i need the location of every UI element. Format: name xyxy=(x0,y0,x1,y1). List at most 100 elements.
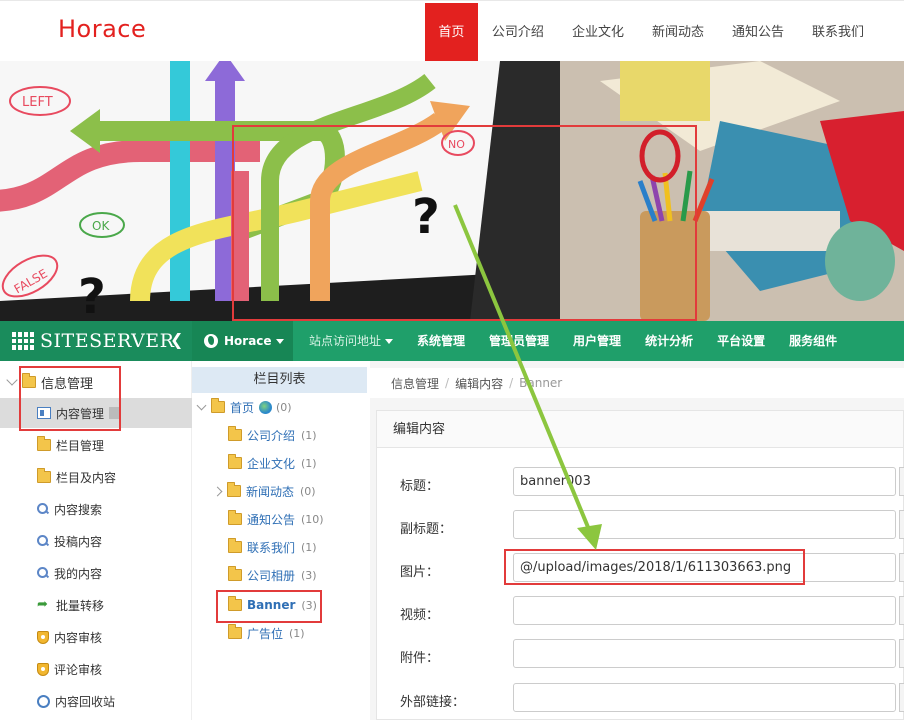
sidebar-item-recycle-bin[interactable]: 内容回收站 xyxy=(0,686,192,716)
tree-node[interactable]: 企业文化 (1) xyxy=(228,451,317,475)
video-input[interactable] xyxy=(513,596,896,625)
field-label: 副标题： xyxy=(400,522,453,537)
tree-node[interactable]: 广告位 (1) xyxy=(228,621,305,645)
field-label: 外部链接： xyxy=(400,695,466,710)
folder-icon xyxy=(228,454,242,469)
folder-icon xyxy=(228,624,242,639)
menu-stats[interactable]: 统计分析 xyxy=(633,321,705,361)
main-content: 信息管理 / 编辑内容 / Banner 编辑内容 标题： banner003 … xyxy=(370,361,904,720)
admin-top-bar: SITESERVER ❮ Horace 站点访问地址 系统管理 管理员管理 用户… xyxy=(0,321,904,361)
subtitle-input[interactable] xyxy=(513,510,896,539)
chevron-right-icon[interactable] xyxy=(212,486,223,496)
site-selector-label: Horace xyxy=(224,334,272,348)
sidebar-item-label: 内容审核 xyxy=(54,630,103,645)
site-header: Horace 首页 公司介绍 企业文化 新闻动态 通知公告 联系我们 xyxy=(0,0,904,62)
site-nav-contact[interactable]: 联系我们 xyxy=(798,3,878,62)
breadcrumb-current: Banner xyxy=(519,376,563,390)
field-side-button[interactable] xyxy=(899,639,904,668)
shield-icon xyxy=(37,662,49,676)
annotation-image-field-highlight xyxy=(504,549,805,585)
sidebar-item-comment-review[interactable]: 评论审核 xyxy=(0,654,192,684)
tree-node-name: 广告位 xyxy=(247,626,284,641)
tree-node[interactable]: 公司介绍 (1) xyxy=(228,423,317,447)
annotation-banner-highlight xyxy=(232,125,697,321)
sidebar-item-content-review[interactable]: 内容审核 xyxy=(0,622,192,652)
sidebar-item-channels-content[interactable]: 栏目及内容 xyxy=(0,462,192,492)
sidebar-item-label: 评论审核 xyxy=(54,662,103,677)
sidebar-item-batch-move[interactable]: ➦ 批量转移 xyxy=(0,590,192,620)
tree-node-name: 首页 xyxy=(230,400,255,415)
chevron-down-icon xyxy=(275,338,284,344)
search-icon xyxy=(37,503,49,515)
sidebar-item-submissions[interactable]: 投稿内容 xyxy=(0,526,192,556)
sidebar-item-label: 栏目及内容 xyxy=(56,470,117,485)
tree-node-name: 企业文化 xyxy=(247,456,296,471)
tree-node-count: (10) xyxy=(301,512,324,526)
site-nav-notice[interactable]: 通知公告 xyxy=(718,3,798,62)
tree-node[interactable]: 新闻动态 (0) xyxy=(212,479,316,503)
search-icon xyxy=(37,567,49,579)
tree-node-name: 联系我们 xyxy=(247,540,296,555)
tree-node-name: 公司相册 xyxy=(247,568,296,583)
folder-icon xyxy=(228,566,242,581)
sidebar-item-channels[interactable]: 栏目管理 xyxy=(0,430,192,460)
globe-icon xyxy=(259,400,273,414)
sidebar-item-label: 内容回收站 xyxy=(55,694,116,709)
arrow-left-icon[interactable]: ❮ xyxy=(170,330,183,349)
menu-users[interactable]: 用户管理 xyxy=(561,321,633,361)
folder-icon xyxy=(228,510,242,525)
tree-node[interactable]: 公司相册 (3) xyxy=(228,563,317,587)
sidebar-item-search[interactable]: 内容搜索 xyxy=(0,494,192,524)
folder-icon xyxy=(211,398,225,413)
breadcrumb-item[interactable]: 编辑内容 xyxy=(455,375,503,392)
attachment-input[interactable] xyxy=(513,639,896,668)
menu-admins[interactable]: 管理员管理 xyxy=(477,321,561,361)
site-logo[interactable]: Horace xyxy=(58,15,146,43)
field-side-button[interactable] xyxy=(899,596,904,625)
recycle-icon xyxy=(37,694,50,708)
field-side-button[interactable] xyxy=(899,553,904,582)
folder-icon xyxy=(228,426,242,441)
sidebar-item-my-content[interactable]: 我的内容 xyxy=(0,558,192,588)
menu-platform[interactable]: 平台设置 xyxy=(705,321,777,361)
admin-menu: 站点访问地址 系统管理 管理员管理 用户管理 统计分析 平台设置 服务组件 xyxy=(293,321,849,361)
external-link-input[interactable] xyxy=(513,683,896,712)
breadcrumb-item[interactable]: 信息管理 xyxy=(391,375,439,392)
site-selector[interactable]: Horace xyxy=(192,321,293,361)
site-nav-news[interactable]: 新闻动态 xyxy=(638,3,718,62)
globe-icon xyxy=(204,334,218,348)
tree-node[interactable]: 通知公告 (10) xyxy=(228,507,324,531)
menu-site-url[interactable]: 站点访问地址 xyxy=(293,321,405,361)
site-nav-about[interactable]: 公司介绍 xyxy=(478,3,558,62)
tree-node-count: (1) xyxy=(289,626,305,640)
tree-node[interactable]: 联系我们 (1) xyxy=(228,535,317,559)
field-label: 图片： xyxy=(400,565,440,580)
field-label: 视频： xyxy=(400,608,440,623)
form-row-video: 视频： xyxy=(377,596,904,626)
annotation-menu-highlight xyxy=(19,366,121,431)
breadcrumb-separator: / xyxy=(509,376,514,390)
tree-node-count: (1) xyxy=(301,456,317,470)
tree-node-count: (0) xyxy=(276,400,292,414)
sidebar-item-label: 我的内容 xyxy=(54,566,103,581)
chevron-down-icon xyxy=(385,339,394,344)
site-nav-culture[interactable]: 企业文化 xyxy=(558,3,638,62)
chevron-down-icon[interactable] xyxy=(196,400,207,410)
menu-services[interactable]: 服务组件 xyxy=(777,321,849,361)
folder-icon xyxy=(227,482,241,497)
field-side-button[interactable] xyxy=(899,467,904,496)
search-icon xyxy=(37,535,49,547)
title-input[interactable]: banner003 xyxy=(513,467,896,496)
tree-node-root[interactable]: 首页 (0) xyxy=(196,395,292,419)
field-side-button[interactable] xyxy=(899,510,904,539)
brand-text: SITESERVER xyxy=(40,330,175,352)
siteserver-brand[interactable]: SITESERVER xyxy=(0,321,192,361)
site-nav-home[interactable]: 首页 xyxy=(424,3,478,62)
field-label: 附件： xyxy=(400,651,440,666)
menu-system[interactable]: 系统管理 xyxy=(405,321,477,361)
grid-logo-icon xyxy=(12,332,34,350)
form-row-link: 外部链接： xyxy=(377,683,904,713)
field-side-button[interactable] xyxy=(899,683,904,712)
menu-site-url-label: 站点访问地址 xyxy=(309,334,382,348)
question-mark-1: ? xyxy=(78,269,106,321)
